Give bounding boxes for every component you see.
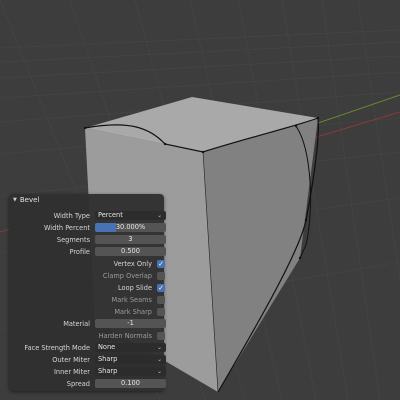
- clamp-overlap-label: Clamp Overlap: [102, 271, 152, 280]
- row-vertex-only: Vertex Only ✓: [9, 259, 165, 268]
- loop-slide-checkbox[interactable]: ✓: [157, 283, 165, 292]
- loop-slide-label: Loop Slide: [118, 283, 152, 292]
- width-percent-value: 30.000%: [115, 223, 146, 231]
- outer-miter-label: Outer Miter: [52, 355, 90, 364]
- profile-field[interactable]: 0.500: [95, 247, 166, 256]
- face-strength-mode-label: Face Strength Mode: [24, 343, 90, 352]
- row-profile: Profile 0.500: [9, 247, 166, 256]
- cube-right-face: [203, 118, 318, 392]
- chevron-down-icon: ⌄: [156, 356, 162, 363]
- vertex-only-checkbox[interactable]: ✓: [157, 259, 165, 268]
- triangle-down-icon[interactable]: ▼: [13, 197, 17, 203]
- row-inner-miter: Inner Miter Sharp ⌄: [9, 367, 166, 376]
- mark-seams-checkbox[interactable]: [157, 295, 165, 304]
- face-strength-mode-value: None: [98, 343, 116, 351]
- row-mark-sharp: Mark Sharp: [9, 307, 165, 316]
- row-mark-seams: Mark Seams: [9, 295, 165, 304]
- spread-field[interactable]: 0.100: [95, 379, 166, 388]
- row-width-type: Width Type Percent ⌄: [9, 211, 166, 220]
- outer-miter-value: Sharp: [98, 355, 118, 363]
- material-label: Material: [63, 319, 90, 328]
- row-spread: Spread 0.100: [9, 379, 166, 388]
- inner-miter-value: Sharp: [98, 367, 118, 375]
- width-percent-fill: [95, 223, 117, 232]
- width-type-value: Percent: [98, 211, 123, 219]
- bevel-operator-panel: ▼ Bevel Width Type Percent ⌄ Width Perce…: [9, 194, 166, 391]
- mark-seams-label: Mark Seams: [111, 295, 153, 304]
- inner-miter-dropdown[interactable]: Sharp ⌄: [95, 367, 166, 376]
- mark-sharp-checkbox[interactable]: [157, 307, 165, 316]
- mark-sharp-label: Mark Sharp: [114, 307, 152, 316]
- row-segments: Segments 3: [9, 235, 166, 244]
- face-strength-mode-dropdown[interactable]: None ⌄: [95, 343, 166, 352]
- row-loop-slide: Loop Slide ✓: [9, 283, 165, 292]
- row-material: Material -1: [9, 319, 166, 328]
- chevron-down-icon: ⌄: [156, 368, 162, 375]
- panel-header[interactable]: ▼ Bevel: [9, 194, 164, 206]
- row-width-percent: Width Percent 30.000%: [9, 223, 166, 232]
- row-clamp-overlap: Clamp Overlap: [9, 271, 165, 280]
- width-percent-slider[interactable]: 30.000%: [95, 223, 166, 232]
- chevron-down-icon: ⌄: [156, 212, 162, 219]
- segments-label: Segments: [56, 235, 90, 244]
- checkmark-icon: ✓: [158, 259, 164, 268]
- vertex-only-label: Vertex Only: [113, 259, 152, 268]
- panel-title: Bevel: [19, 196, 40, 204]
- width-type-dropdown[interactable]: Percent ⌄: [95, 211, 166, 220]
- row-face-strength-mode: Face Strength Mode None ⌄: [9, 343, 166, 352]
- profile-label: Profile: [69, 247, 90, 256]
- width-type-label: Width Type: [53, 211, 90, 220]
- spread-label: Spread: [66, 379, 90, 388]
- harden-normals-checkbox[interactable]: [157, 331, 165, 340]
- outer-miter-dropdown[interactable]: Sharp ⌄: [95, 355, 166, 364]
- row-harden-normals: Harden Normals: [9, 331, 165, 340]
- material-field[interactable]: -1: [95, 319, 166, 328]
- checkmark-icon: ✓: [158, 283, 164, 292]
- inner-miter-label: Inner Miter: [53, 367, 90, 376]
- chevron-down-icon: ⌄: [156, 344, 162, 351]
- row-outer-miter: Outer Miter Sharp ⌄: [9, 355, 166, 364]
- segments-field[interactable]: 3: [95, 235, 166, 244]
- harden-normals-label: Harden Normals: [98, 331, 152, 340]
- width-percent-label: Width Percent: [43, 223, 90, 232]
- clamp-overlap-checkbox[interactable]: [157, 271, 165, 280]
